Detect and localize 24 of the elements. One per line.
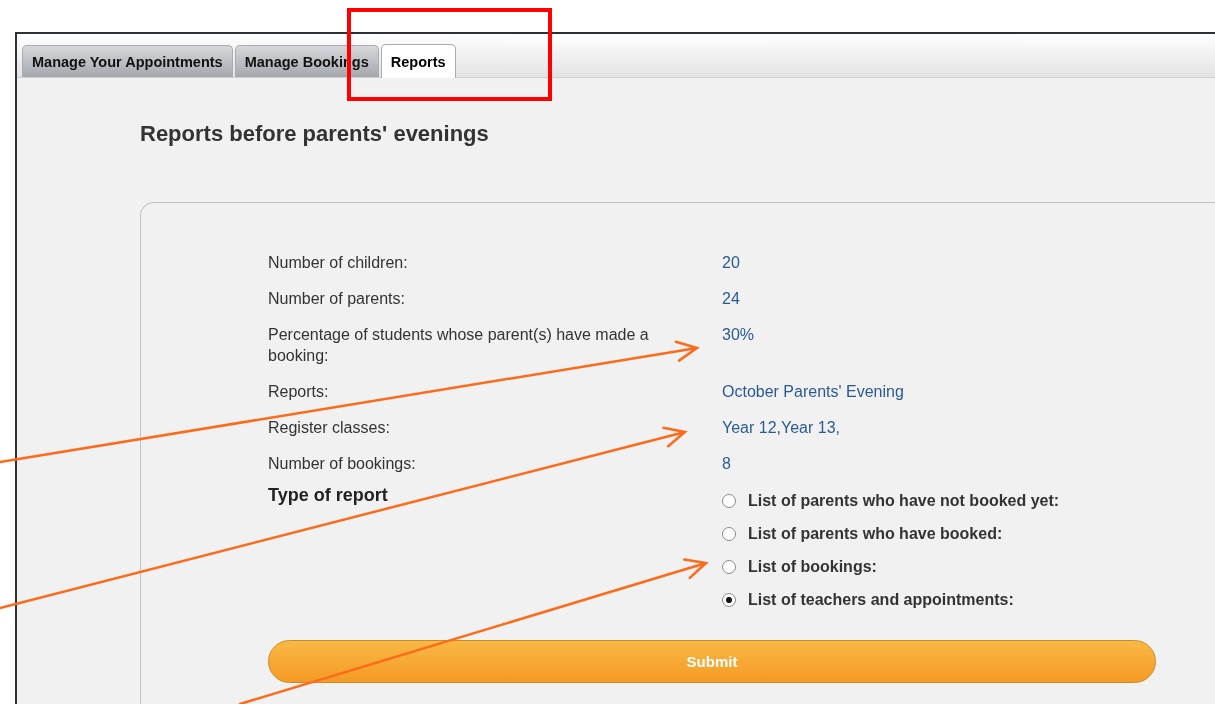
radio-button[interactable]	[722, 526, 736, 541]
stat-label: Percentage of students whose parent(s) have made a booking:	[268, 325, 650, 366]
tab[interactable]: Reports	[380, 44, 456, 78]
stat-value: Year 12,Year 13,	[722, 418, 842, 438]
stat-value: 30%	[722, 325, 756, 345]
stat-label: Number of bookings:	[268, 454, 417, 474]
stat-label: Reports:	[268, 382, 330, 402]
stat-value: 24	[722, 289, 741, 309]
stat-label: Number of parents:	[268, 289, 406, 309]
option-label: List of bookings:	[748, 557, 877, 577]
radio-button[interactable]	[722, 559, 736, 574]
stat-value: October Parents' Evening	[722, 382, 905, 402]
section-heading: Type of report	[268, 484, 389, 507]
tab[interactable]: Manage Your Appointments	[22, 45, 233, 77]
radio-button[interactable]	[722, 592, 736, 607]
stat-label: Register classes:	[268, 418, 391, 438]
option-label: List of teachers and appointments:	[748, 590, 1014, 610]
radio-button[interactable]	[722, 493, 736, 508]
option-label: List of parents who have not booked yet:	[748, 491, 1060, 511]
stat-value: 8	[722, 454, 732, 474]
option-label: List of parents who have booked:	[748, 524, 1003, 544]
stat-value: 20	[722, 253, 741, 273]
page-title: Reports before parents' evenings	[140, 121, 490, 147]
stat-label: Number of children:	[268, 253, 409, 273]
